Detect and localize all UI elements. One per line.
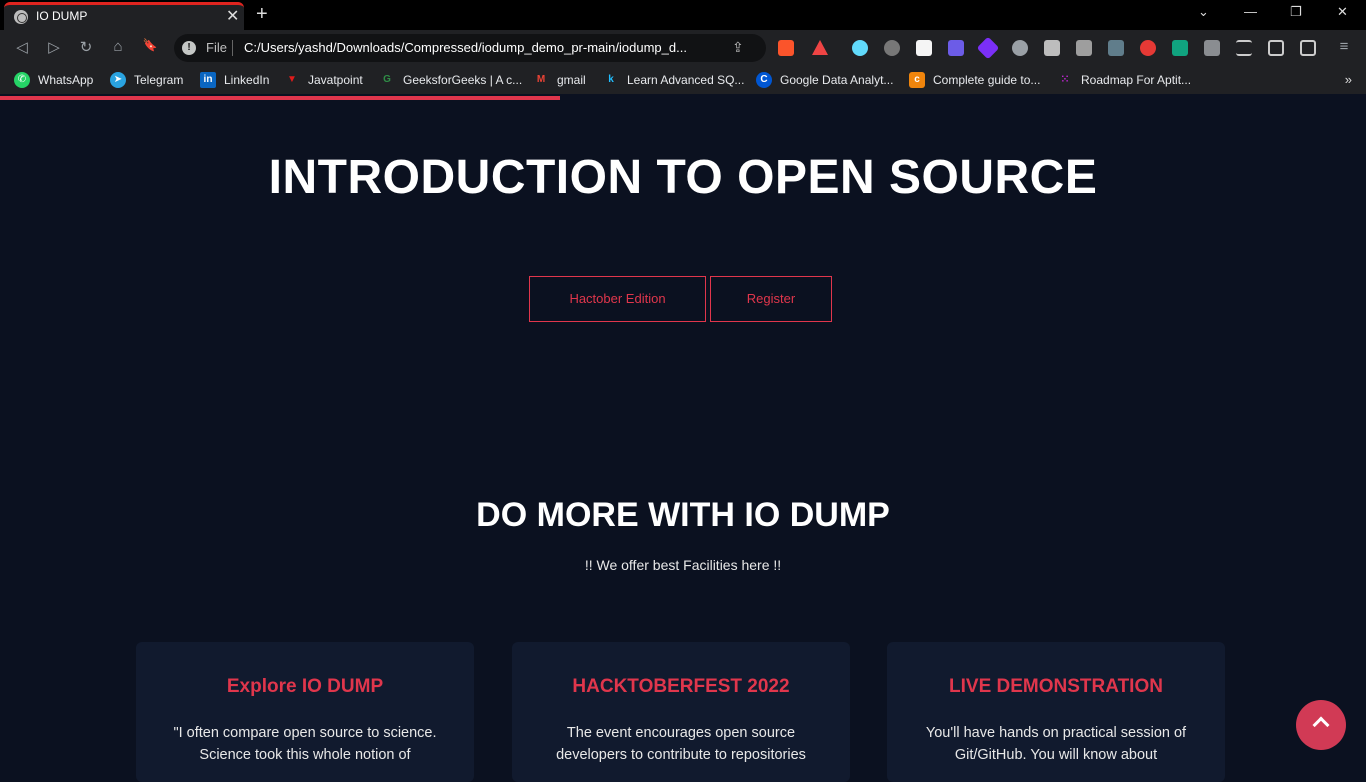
chevron-up-icon xyxy=(1312,716,1330,734)
bookmark-complete-guide[interactable]: c Complete guide to... xyxy=(909,72,1040,88)
playlist-icon[interactable] xyxy=(1236,40,1252,56)
page-content: INTRODUCTION TO OPEN SOURCE Hactober Edi… xyxy=(0,100,1366,782)
sidebar-icon[interactable] xyxy=(1268,40,1284,56)
kaggle-icon: k xyxy=(608,74,614,85)
home-icon[interactable]: ⌂ xyxy=(108,38,128,55)
tab-title: IO DUMP xyxy=(36,9,88,23)
url-separator xyxy=(232,40,233,56)
bookmark-gmail[interactable]: Mgmail xyxy=(533,72,586,88)
card-title: Explore IO DUMP xyxy=(226,676,384,697)
card-text: "I often compare open source to science.… xyxy=(173,725,437,763)
tab-strip: IO DUMP ✕ + ⌄ — ❐ ✕ xyxy=(0,0,1366,30)
codechef-icon: c xyxy=(909,72,925,88)
address-bar[interactable]: ! File C:/Users/yashd/Downloads/Compress… xyxy=(174,34,766,62)
bookmark-linkedin[interactable]: in LinkedIn xyxy=(200,72,269,88)
hero-title: INTRODUCTION TO OPEN SOURCE xyxy=(268,151,1098,204)
bookmark-telegram[interactable]: ➤ Telegram xyxy=(110,72,183,88)
browser-toolbar: ◁ ▷ ↻ ⌂ 🔖 ! File C:/Users/yashd/Download… xyxy=(0,30,1366,66)
extensions-puzzle-icon[interactable] xyxy=(1204,40,1220,56)
more-bookmarks-icon[interactable]: » xyxy=(1345,72,1352,87)
diamond-extension-icon[interactable] xyxy=(976,36,1000,60)
brave-rewards-icon[interactable] xyxy=(812,40,828,55)
share-icon[interactable]: ⇪ xyxy=(732,39,744,56)
register-button[interactable]: Register xyxy=(710,276,832,322)
bookmark-whatsapp[interactable]: ✆ WhatsApp xyxy=(14,72,93,88)
bookmarks-bar: ✆ WhatsApp ➤ Telegram in LinkedIn ▼ Javatpoi… xyxy=(0,66,1366,94)
bookmark-javatpoint[interactable]: ▼ Javatpoint xyxy=(284,72,363,88)
wallet-icon[interactable] xyxy=(1300,40,1316,56)
feature-card-live-demo: LIVE DEMONSTRATION You'll have hands on … xyxy=(887,642,1225,782)
bookmark-icon[interactable]: 🔖 xyxy=(140,38,160,52)
bookmark-learn-sql[interactable]: k Learn Advanced SQ... xyxy=(603,72,744,88)
close-window-button[interactable]: ✕ xyxy=(1337,4,1348,20)
feature-card-explore: Explore IO DUMP "I often compare open so… xyxy=(136,642,474,782)
gmail-icon: M xyxy=(536,74,546,85)
bug-icon[interactable] xyxy=(884,40,900,56)
wave-extension-icon[interactable] xyxy=(1108,40,1124,56)
new-tab-button[interactable]: + xyxy=(256,3,268,25)
bookmark-roadmap[interactable]: ⁙ Roadmap For Aptit... xyxy=(1057,72,1191,88)
menu-icon[interactable]: ≡ xyxy=(1334,38,1354,55)
scroll-to-top-button[interactable] xyxy=(1296,700,1346,750)
url-scheme-label: File xyxy=(206,40,227,55)
card-title: HACKTOBERFEST 2022 xyxy=(572,676,790,697)
coursera-icon: C xyxy=(756,72,772,88)
feature-card-hacktoberfest: HACKTOBERFEST 2022 The event encourages … xyxy=(512,642,850,782)
chat-extension-icon[interactable] xyxy=(1172,40,1188,56)
section-subtitle: !! We offer best Facilities here !! xyxy=(584,557,782,573)
section-title: DO MORE WITH IO DUMP xyxy=(476,496,890,534)
whatsapp-icon: ✆ xyxy=(14,72,30,88)
tab-close-icon[interactable]: ✕ xyxy=(226,6,239,26)
url-text[interactable]: C:/Users/yashd/Downloads/Compressed/iodu… xyxy=(244,40,687,55)
globe-icon xyxy=(14,10,28,24)
info-icon[interactable]: ! xyxy=(182,41,196,55)
notes-extension-icon[interactable] xyxy=(916,40,932,56)
geeksforgeeks-icon: G xyxy=(383,74,391,85)
spy-extension-icon[interactable] xyxy=(1012,40,1028,56)
back-icon[interactable]: ◁ xyxy=(12,38,32,56)
tab-search-icon[interactable]: ⌄ xyxy=(1198,4,1209,20)
browser-tab[interactable]: IO DUMP ✕ xyxy=(4,2,244,30)
camera-icon[interactable] xyxy=(1044,40,1060,56)
card-text: The event encourages open source develop… xyxy=(556,725,806,763)
extension-square-icon[interactable] xyxy=(948,40,964,56)
m-extension-icon[interactable] xyxy=(1140,40,1156,56)
bookmark-geeksforgeeks[interactable]: G GeeksforGeeks | A c... xyxy=(379,72,522,88)
card-text: You'll have hands on practical session o… xyxy=(925,725,1187,763)
card-title: LIVE DEMONSTRATION xyxy=(949,676,1163,697)
reload-icon[interactable]: ↻ xyxy=(76,38,96,56)
copy-extension-icon[interactable] xyxy=(1076,40,1092,56)
hactober-edition-button[interactable]: Hactober Edition xyxy=(529,276,706,322)
linkedin-icon: in xyxy=(200,72,216,88)
minimize-button[interactable]: — xyxy=(1244,4,1257,19)
react-devtools-icon[interactable] xyxy=(852,40,868,56)
roadmap-icon: ⁙ xyxy=(1060,74,1070,85)
javatpoint-icon: ▼ xyxy=(287,74,297,85)
forward-icon[interactable]: ▷ xyxy=(44,38,64,56)
telegram-icon: ➤ xyxy=(110,72,126,88)
restore-button[interactable]: ❐ xyxy=(1290,4,1302,20)
bookmark-google-data[interactable]: C Google Data Analyt... xyxy=(756,72,893,88)
brave-shields-icon[interactable] xyxy=(778,40,794,56)
